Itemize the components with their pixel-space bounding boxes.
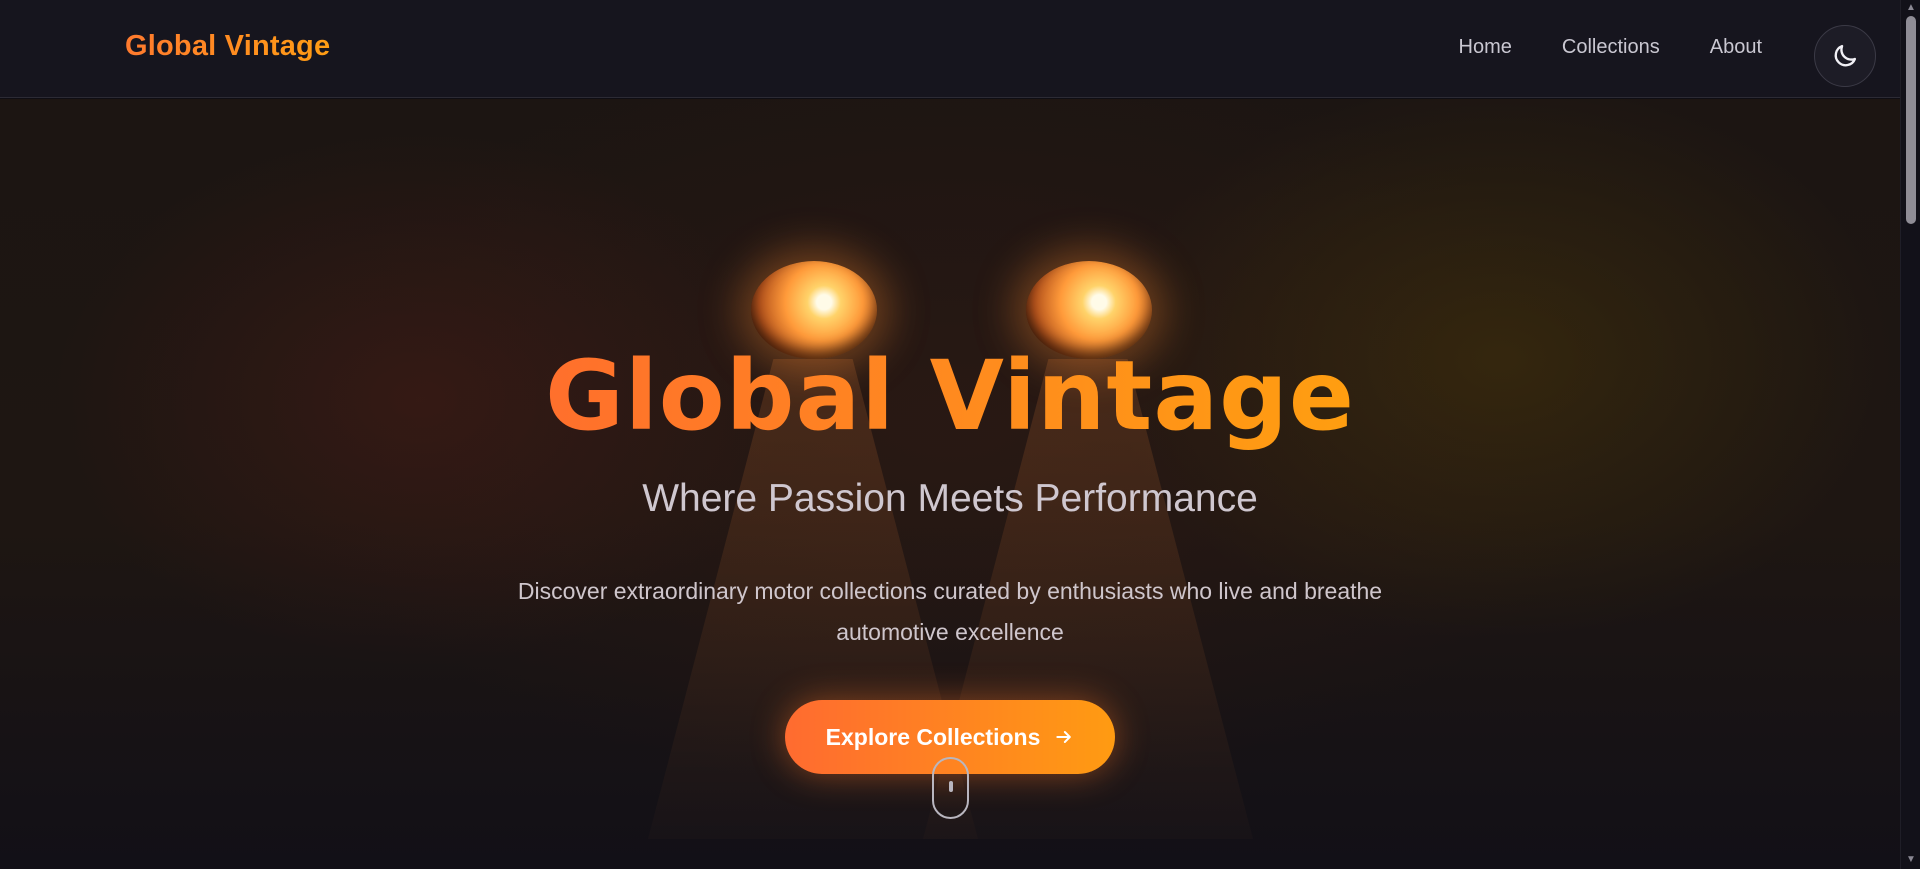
- hero-title: Global Vintage: [0, 343, 1900, 450]
- brand-logo[interactable]: Global Vintage: [125, 30, 330, 63]
- page-scrollbar[interactable]: ▲ ▼: [1900, 0, 1920, 869]
- scroll-wheel-dot: [949, 781, 953, 792]
- nav-link-home[interactable]: Home: [1459, 36, 1512, 59]
- arrow-right-icon: [1056, 731, 1072, 743]
- hero-section: Global Vintage Where Passion Meets Perfo…: [0, 99, 1900, 869]
- page: Global Vintage Home Collections About Gl…: [0, 0, 1920, 869]
- hero-subtitle: Where Passion Meets Performance: [642, 477, 1258, 520]
- scroll-up-arrow-icon[interactable]: ▲: [1906, 3, 1916, 13]
- explore-collections-label: Explore Collections: [825, 723, 1041, 750]
- theme-toggle-button[interactable]: [1814, 25, 1876, 87]
- nav-link-about[interactable]: About: [1710, 36, 1762, 59]
- mouse-scroll-icon: [932, 757, 969, 819]
- navbar: Global Vintage Home Collections About: [0, 0, 1900, 98]
- nav-links: Home Collections About: [1459, 36, 1762, 59]
- moon-icon: [1834, 44, 1857, 67]
- scroll-down-arrow-icon[interactable]: ▼: [1906, 855, 1916, 865]
- hero-description: Discover extraordinary motor collections…: [517, 578, 1383, 645]
- hero-title-text: Global Vintage: [545, 340, 1355, 452]
- scrollbar-thumb[interactable]: [1906, 16, 1916, 224]
- nav-link-collections[interactable]: Collections: [1562, 36, 1660, 59]
